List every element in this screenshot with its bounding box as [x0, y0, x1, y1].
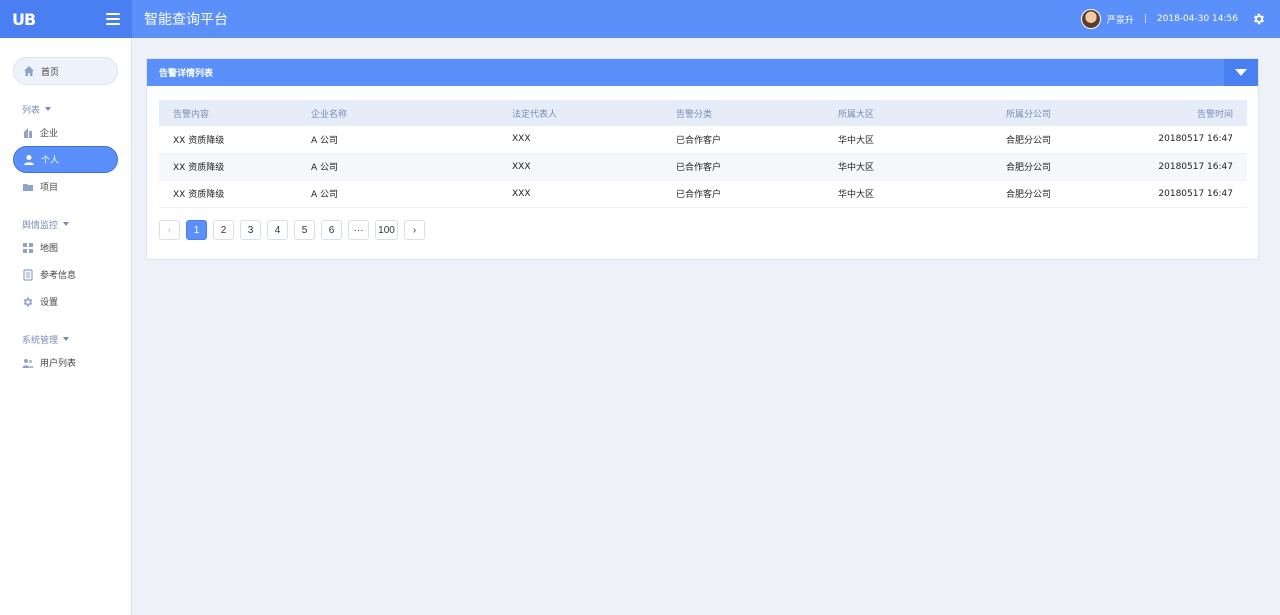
sidebar-item-home[interactable]: 首页 [13, 57, 118, 85]
sidebar-item-reference[interactable]: 参考信息 [13, 261, 118, 288]
avatar[interactable] [1080, 9, 1101, 29]
chevron-down-icon [45, 107, 52, 111]
sidebar-item-label: 参考信息 [40, 271, 77, 281]
nav-group-monitor[interactable]: 舆情监控 [22, 214, 109, 234]
table-cell: XXX [498, 126, 662, 154]
page-button[interactable]: 4 [267, 220, 288, 240]
top-bar: UB 智能查询平台 严景升 | 2018-04-30 14:56 [0, 0, 1280, 38]
nav-group-label: 舆情监控 [22, 220, 59, 231]
chevron-down-icon [1235, 69, 1247, 76]
document-icon [22, 268, 34, 281]
sidebar-item-settings[interactable]: 设置 [13, 288, 118, 315]
table-cell: 已合作客户 [662, 180, 824, 208]
table-cell: 20180517 16:47 [1122, 153, 1247, 181]
collapse-button[interactable] [1224, 59, 1258, 86]
table-row[interactable]: XX 资质降级 A 公司 XXX 已合作客户 华中大区 合肥分公司 201805… [159, 180, 1247, 208]
sidebar-item-label: 企业 [40, 129, 59, 139]
table-cell: A 公司 [297, 180, 498, 208]
sidebar-item-label: 项目 [40, 183, 59, 193]
page-button[interactable]: 3 [240, 220, 261, 240]
table-header-row: 告警内容 企业名称 法定代表人 告警分类 所属大区 所属分公司 告警时间 [159, 100, 1247, 126]
alert-detail-panel: 告警详情列表 告警内容 企业名称 法定代表人 告警分类 所属大区 所属分公司 告… [146, 58, 1259, 260]
panel-title: 告警详情列表 [159, 69, 214, 79]
sidebar-item-label: 用户列表 [40, 359, 77, 369]
logo[interactable]: UB [12, 10, 36, 29]
sidebar-item-personal[interactable]: 个人 [13, 146, 118, 173]
sidebar-item-project[interactable]: 项目 [13, 173, 118, 200]
person-icon [23, 154, 35, 166]
table-cell: XXX [498, 153, 662, 181]
sidebar-item-label: 个人 [41, 156, 60, 166]
building-icon [22, 127, 34, 139]
table-cell: A 公司 [297, 126, 498, 154]
table-cell: XX 资质降级 [159, 180, 297, 208]
page-button[interactable]: 6 [321, 220, 342, 240]
table-row[interactable]: XX 资质降级 A 公司 XXX 已合作客户 华中大区 合肥分公司 201805… [159, 153, 1247, 181]
page-button[interactable]: 1 [186, 220, 207, 240]
logo-area: UB [0, 0, 132, 38]
table-row[interactable]: XX 资质降级 A 公司 XXX 已合作客户 华中大区 合肥分公司 201805… [159, 126, 1247, 154]
sidebar: 首页 列表 企业 个人 项目 舆情监控 地图 参考信息 设置 系统管理 用户列表 [0, 38, 132, 615]
sidebar-item-label: 首页 [41, 67, 60, 78]
table-cell: 华中大区 [824, 153, 992, 181]
panel-header: 告警详情列表 [147, 59, 1258, 86]
sidebar-item-user-list[interactable]: 用户列表 [13, 349, 118, 376]
username[interactable]: 严景升 [1107, 13, 1134, 26]
map-icon [22, 242, 34, 254]
table-cell: XX 资质降级 [159, 126, 297, 154]
column-header[interactable]: 告警分类 [662, 100, 824, 126]
sidebar-item-enterprise[interactable]: 企业 [13, 119, 118, 146]
alert-table: 告警内容 企业名称 法定代表人 告警分类 所属大区 所属分公司 告警时间 XX … [159, 100, 1247, 208]
pagination: ‹ 1 2 3 4 5 6 ··· 100 › [159, 220, 425, 240]
table-cell: XXX [498, 180, 662, 208]
nav-group-label: 列表 [22, 105, 41, 116]
settings-icon [22, 296, 34, 308]
nav-group-system[interactable]: 系统管理 [22, 329, 109, 349]
column-header[interactable]: 法定代表人 [498, 100, 662, 126]
page-button[interactable]: 5 [294, 220, 315, 240]
folder-icon [22, 181, 34, 193]
next-page-button[interactable]: › [404, 220, 425, 240]
table-cell: 已合作客户 [662, 153, 824, 181]
column-header[interactable]: 告警内容 [159, 100, 297, 126]
table-cell: A 公司 [297, 153, 498, 181]
table-cell: 已合作客户 [662, 126, 824, 154]
column-header[interactable]: 告警时间 [1122, 100, 1247, 126]
column-header[interactable]: 所属分公司 [992, 100, 1122, 126]
divider: | [1143, 14, 1147, 24]
table-cell: 合肥分公司 [992, 180, 1122, 208]
sidebar-item-label: 地图 [40, 244, 59, 254]
app-title: 智能查询平台 [144, 12, 228, 28]
datetime: 2018-04-30 14:56 [1156, 14, 1238, 24]
table-cell: XX 资质降级 [159, 153, 297, 181]
page-button[interactable]: 100 [375, 220, 398, 240]
table-cell: 华中大区 [824, 180, 992, 208]
table-cell: 合肥分公司 [992, 126, 1122, 154]
prev-page-button[interactable]: ‹ [159, 220, 180, 240]
gear-icon[interactable] [1252, 12, 1266, 26]
menu-icon[interactable] [106, 13, 120, 25]
nav-group-label: 系统管理 [22, 335, 59, 346]
nav-group-list[interactable]: 列表 [22, 99, 109, 119]
table-cell: 20180517 16:47 [1122, 126, 1247, 154]
page-ellipsis[interactable]: ··· [348, 220, 369, 240]
chevron-down-icon [63, 337, 70, 341]
table-cell: 华中大区 [824, 126, 992, 154]
column-header[interactable]: 所属大区 [824, 100, 992, 126]
table-cell: 20180517 16:47 [1122, 180, 1247, 208]
home-icon [23, 65, 35, 77]
column-header[interactable]: 企业名称 [297, 100, 498, 126]
chevron-down-icon [63, 222, 70, 226]
sidebar-item-label: 设置 [40, 298, 59, 308]
sidebar-item-map[interactable]: 地图 [13, 234, 118, 261]
user-area: 严景升 | 2018-04-30 14:56 [1080, 9, 1280, 29]
table-cell: 合肥分公司 [992, 153, 1122, 181]
page-button[interactable]: 2 [213, 220, 234, 240]
users-icon [22, 357, 34, 369]
